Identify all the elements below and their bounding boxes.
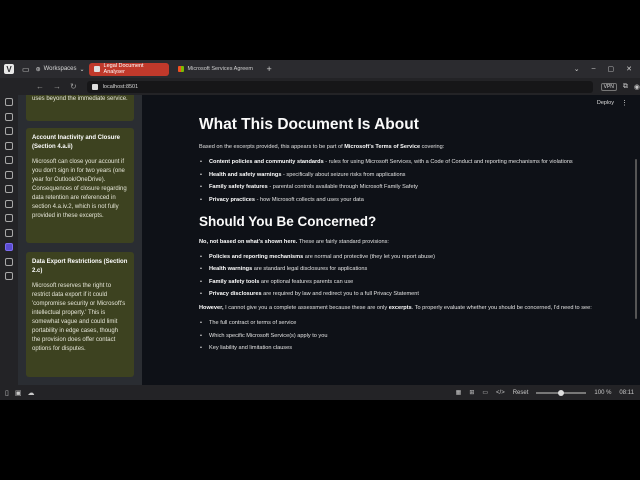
list-item: Health warnings are standard legal discl… bbox=[199, 265, 599, 273]
list-item: Privacy disclosures are required by law … bbox=[199, 290, 599, 298]
feeds-icon[interactable] bbox=[5, 228, 13, 237]
sidebar-card: Account Inactivity and Closure (Section … bbox=[26, 128, 134, 243]
add-panel-icon[interactable] bbox=[5, 272, 13, 280]
list-item: Family safety tools are optional feature… bbox=[199, 278, 599, 286]
status-right: ▦ ⊞ ▭ </> Reset 100 % 08:11 bbox=[456, 389, 634, 396]
list-item: The full contract or terms of service bbox=[199, 319, 599, 327]
zoom-slider-knob[interactable] bbox=[558, 389, 565, 396]
tab-menu-icon[interactable]: ⌄ bbox=[574, 65, 580, 73]
nav-buttons: ← → ↻ bbox=[36, 82, 77, 91]
list-item: Family safety features - parental contro… bbox=[199, 183, 599, 191]
chevron-down-icon: ⌄ bbox=[79, 66, 85, 73]
translate-icon[interactable] bbox=[5, 170, 13, 179]
workspaces-icon: ⊛ bbox=[35, 66, 41, 73]
tab-bar: V ▭ ⊛ Workspaces ⌄ Legal Document Analys… bbox=[0, 60, 640, 78]
tab-label: Microsoft Services Agreem bbox=[187, 66, 253, 72]
tab-favicon bbox=[93, 66, 100, 72]
tab-microsoft-services[interactable]: Microsoft Services Agreem bbox=[173, 63, 263, 76]
url-field[interactable]: localhost:8501 bbox=[86, 80, 593, 93]
capture-icon[interactable]: ▦ bbox=[456, 389, 462, 396]
tab-stack-icon[interactable]: ▭ bbox=[22, 65, 30, 74]
card-body: Microsoft reserves the right to restrict… bbox=[32, 283, 126, 352]
app-sidebar: uses beyond the immediate service. Accou… bbox=[18, 95, 142, 385]
card-title: Data Export Restrictions (Section 2.c) bbox=[32, 259, 128, 274]
card-body: Microsoft can close your account if you … bbox=[32, 159, 127, 219]
reload-icon[interactable]: ↻ bbox=[70, 82, 77, 91]
history-icon[interactable] bbox=[5, 141, 13, 150]
list-item: Which specific Microsoft Service(s) appl… bbox=[199, 332, 599, 340]
back-icon[interactable]: ← bbox=[36, 82, 44, 91]
however-paragraph: However, I cannot give you a complete as… bbox=[199, 305, 592, 311]
scrollbar[interactable] bbox=[635, 159, 637, 319]
minimize-icon[interactable]: – bbox=[592, 65, 596, 73]
profile-icon[interactable]: ◉ bbox=[634, 83, 640, 91]
mail-icon[interactable] bbox=[5, 199, 13, 208]
sidebar-card: Data Export Restrictions (Section 2.c) M… bbox=[26, 252, 134, 377]
concern-paragraph: No, not based on what's shown here. Thes… bbox=[199, 238, 389, 245]
clock: 08:11 bbox=[619, 389, 634, 396]
vpn-button[interactable]: VPN bbox=[600, 82, 617, 91]
more-options-icon[interactable]: ⋮ bbox=[621, 99, 628, 107]
bookmarks-icon[interactable] bbox=[5, 98, 13, 106]
page-actions-icon[interactable]: </> bbox=[496, 390, 505, 396]
workspaces-button[interactable]: ⊛ Workspaces ⌄ bbox=[36, 66, 85, 73]
extensions-icon[interactable]: ⧉ bbox=[623, 83, 628, 91]
zoom-level: 100 % bbox=[594, 389, 612, 396]
url-text: localhost:8501 bbox=[102, 83, 139, 90]
section-heading: Should You Be Concerned? bbox=[199, 213, 377, 229]
tab-label: Legal Document Analyser bbox=[103, 63, 144, 75]
tiling-icon[interactable]: ▣ bbox=[15, 389, 22, 397]
list-item: Privacy practices - how Microsoft collec… bbox=[199, 196, 599, 204]
card-title: Account Inactivity and Closure (Section … bbox=[32, 135, 121, 150]
site-icon bbox=[91, 83, 98, 90]
about-list: Content policies and community standards… bbox=[199, 158, 599, 204]
maximize-icon[interactable]: ▢ bbox=[608, 65, 615, 73]
reset-zoom-button[interactable]: Reset bbox=[513, 390, 529, 396]
markdown-content: What This Document Is About Based on the… bbox=[199, 115, 599, 358]
list-item: Health and safety warnings - specificall… bbox=[199, 171, 599, 179]
downloads-icon[interactable] bbox=[5, 127, 13, 135]
forward-icon[interactable]: → bbox=[53, 82, 61, 91]
window-icon[interactable] bbox=[5, 185, 13, 193]
cloud-sync-icon[interactable]: ☁ bbox=[27, 389, 34, 397]
microsoft-favicon bbox=[177, 66, 184, 72]
tab-legal-document-analyser[interactable]: Legal Document Analyser bbox=[88, 62, 169, 76]
calendar-icon[interactable] bbox=[5, 214, 13, 222]
concern-list: Policies and reporting mechanisms are no… bbox=[199, 253, 599, 299]
window-controls: ⌄ – ▢ ✕ bbox=[574, 65, 632, 73]
panel-toggle-icon[interactable]: ▯ bbox=[5, 389, 9, 397]
main-content: Deploy ⋮ What This Document Is About Bas… bbox=[142, 95, 640, 385]
page-tiling-icon[interactable]: ⊞ bbox=[469, 389, 474, 396]
notes-icon[interactable] bbox=[5, 156, 13, 164]
section-heading: What This Document Is About bbox=[199, 116, 419, 133]
mastodon-icon[interactable] bbox=[5, 243, 13, 251]
needs-list: The full contract or terms of service Wh… bbox=[199, 319, 599, 352]
list-item: Key liability and limitation clauses bbox=[199, 344, 599, 352]
browser-window: V ▭ ⊛ Workspaces ⌄ Legal Document Analys… bbox=[0, 60, 640, 400]
workspaces-label: Workspaces bbox=[43, 66, 77, 72]
list-item: Content policies and community standards… bbox=[199, 158, 599, 166]
web-panel-icon[interactable] bbox=[5, 257, 13, 266]
close-icon[interactable]: ✕ bbox=[626, 65, 632, 73]
images-icon[interactable]: ▭ bbox=[482, 389, 488, 396]
status-bar: ▯ ▣ ☁ ▦ ⊞ ▭ </> Reset 100 % 08:11 bbox=[0, 385, 640, 400]
zoom-slider[interactable] bbox=[536, 389, 587, 396]
new-tab-button[interactable]: + bbox=[267, 64, 272, 74]
intro-paragraph: Based on the excerpts provided, this app… bbox=[199, 144, 445, 150]
card-body: uses beyond the immediate service. bbox=[32, 96, 128, 102]
address-bar: ← → ↻ localhost:8501 VPN ⧉ ◉ bbox=[0, 78, 640, 95]
reading-list-icon[interactable] bbox=[5, 112, 13, 121]
vivaldi-menu-icon[interactable]: V bbox=[4, 64, 14, 74]
side-panel bbox=[0, 95, 18, 385]
sidebar-card: uses beyond the immediate service. bbox=[26, 95, 134, 121]
status-left-icons: ▯ ▣ ☁ bbox=[5, 389, 34, 397]
list-item: Policies and reporting mechanisms are no… bbox=[199, 253, 599, 261]
deploy-button[interactable]: Deploy bbox=[597, 100, 614, 106]
